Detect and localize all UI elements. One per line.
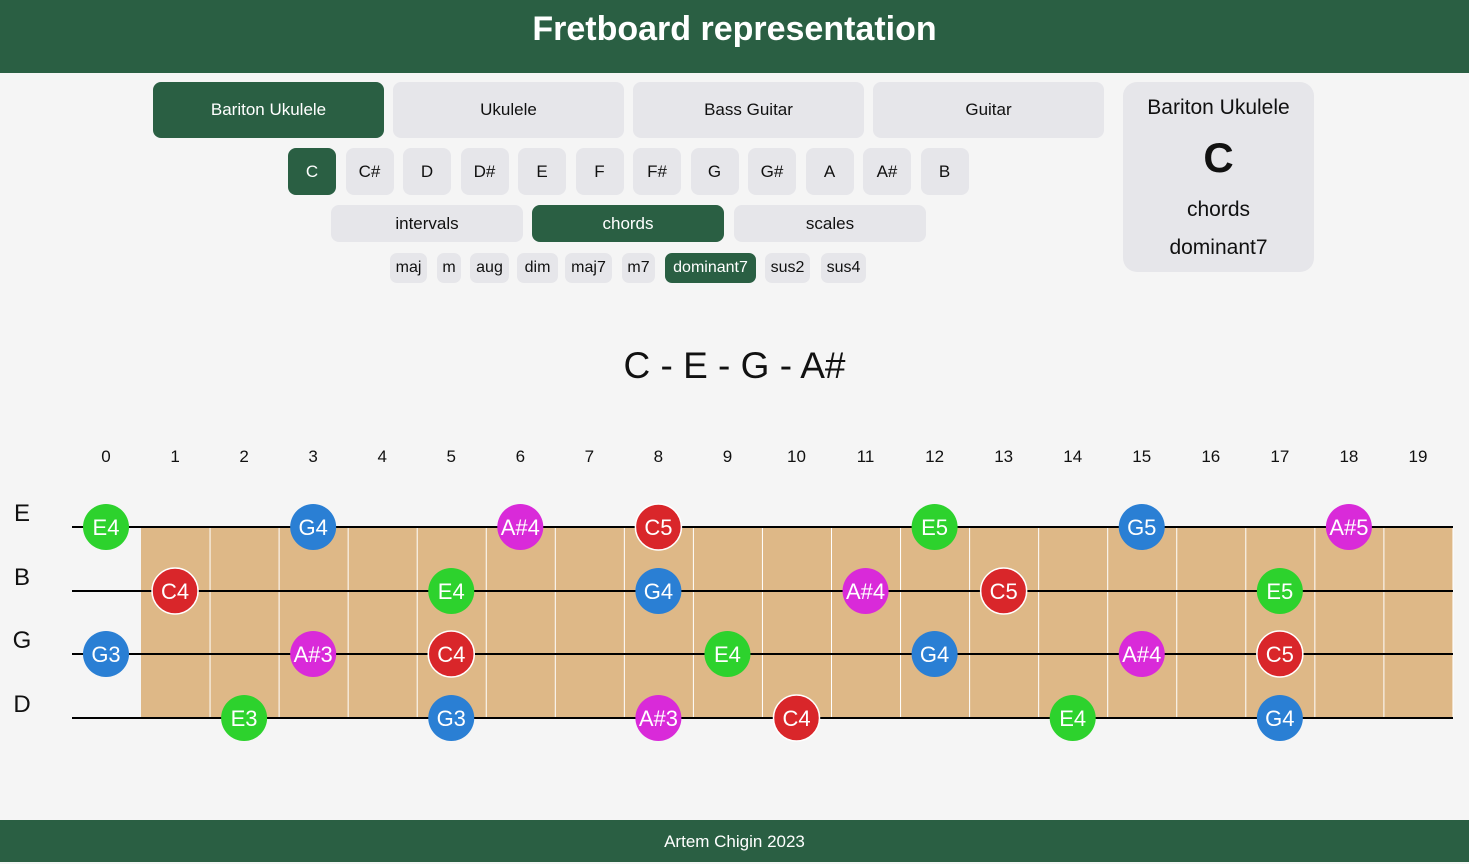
note-label: A#5 [1329, 515, 1368, 540]
fret-number: 2 [239, 447, 248, 466]
string-label: G [13, 627, 32, 654]
key-button-b[interactable]: B [920, 148, 969, 195]
note-label: A#4 [846, 579, 885, 604]
key-button-a-sharp[interactable]: A# [863, 148, 911, 195]
chord-type-m[interactable]: m [437, 253, 461, 283]
string-label: D [13, 691, 30, 718]
fret-number: 16 [1201, 447, 1220, 466]
key-button-c[interactable]: C [288, 148, 336, 195]
key-button-d[interactable]: D [403, 148, 451, 195]
note-label: C5 [1266, 642, 1294, 667]
fret-number: 4 [377, 447, 386, 466]
string-label: E [14, 500, 30, 527]
note-label: E4 [714, 642, 741, 667]
chord-notes: C - E - G - A# [623, 345, 846, 386]
fret-number: 7 [585, 447, 594, 466]
fret-number: 17 [1270, 447, 1289, 466]
fret-number: 8 [654, 447, 663, 466]
footer-credit: Artem Chigin 2023 [0, 820, 1469, 862]
note-label: E4 [438, 579, 465, 604]
note-label: A#4 [1122, 642, 1161, 667]
fret-number: 9 [723, 447, 732, 466]
fret-number: 12 [925, 447, 944, 466]
chord-type-sus2[interactable]: sus2 [765, 253, 810, 283]
fretboard: 0 1 2 3 4 5 6 7 8 9 10 11 12 13 14 15 16 17 18 19EE4 G4 A#4 C5… [13, 447, 1454, 742]
key-button-g-sharp[interactable]: G# [748, 148, 796, 195]
note-label: E4 [93, 515, 120, 540]
instrument-tab-bass-guitar[interactable]: Bass Guitar [633, 82, 864, 138]
summary-instrument: Bariton Ukulele [1147, 96, 1290, 119]
instrument-tab-ukulele[interactable]: Ukulele [393, 82, 624, 138]
key-button-f[interactable]: F [575, 148, 624, 195]
note-label: C4 [437, 642, 465, 667]
note-label: G4 [298, 515, 327, 540]
mode-tab-scales[interactable]: scales [734, 205, 926, 242]
chord-type-m7[interactable]: m7 [622, 253, 655, 283]
mode-tab-chords[interactable]: chords [532, 205, 724, 242]
page-title: Fretboard representation [0, 0, 1469, 73]
fret-number: 0 [101, 447, 110, 466]
chord-type-dominant7[interactable]: dominant7 [665, 253, 756, 283]
chord-type-maj[interactable]: maj [390, 253, 427, 283]
chord-type-dim[interactable]: dim [517, 253, 558, 283]
note-label: G4 [920, 642, 949, 667]
fret-number: 15 [1132, 447, 1151, 466]
chord-type-aug[interactable]: aug [470, 253, 509, 283]
instrument-tab-bariton-ukulele[interactable]: Bariton Ukulele [153, 82, 384, 138]
note-label: E4 [1059, 706, 1086, 731]
fret-number: 1 [170, 447, 179, 466]
summary-mode: chords [1186, 198, 1251, 221]
note-label: E3 [231, 706, 258, 731]
key-button-f-sharp[interactable]: F# [633, 148, 681, 195]
note-label: A#4 [501, 515, 540, 540]
note-label: C4 [161, 579, 189, 604]
note-label: C5 [990, 579, 1018, 604]
note-label: A#3 [294, 642, 333, 667]
note-label: G5 [1127, 515, 1156, 540]
fret-number: 19 [1408, 447, 1427, 466]
fret-number: 13 [994, 447, 1013, 466]
summary-key: C [1203, 134, 1234, 181]
note-label: G3 [437, 706, 466, 731]
summary-type: dominant7 [1169, 236, 1268, 259]
string-label: B [14, 564, 30, 591]
note-label: E5 [921, 515, 948, 540]
mode-tab-intervals[interactable]: intervals [331, 205, 523, 242]
note-label: G4 [644, 579, 673, 604]
note-label: C4 [782, 706, 810, 731]
key-button-a[interactable]: A [805, 148, 854, 195]
fret-number: 3 [308, 447, 317, 466]
key-button-g[interactable]: G [690, 148, 739, 195]
instrument-tab-guitar[interactable]: Guitar [873, 82, 1104, 138]
note-label: E5 [1266, 579, 1293, 604]
key-button-e[interactable]: E [518, 148, 566, 195]
note-label: C5 [644, 515, 672, 540]
chord-type-maj7[interactable]: maj7 [565, 253, 612, 283]
key-button-c-sharp[interactable]: C# [345, 148, 394, 195]
fret-number: 18 [1339, 447, 1358, 466]
fretboard-wood [141, 527, 1453, 718]
fret-number: 5 [447, 447, 456, 466]
fret-number: 11 [857, 447, 875, 466]
note-label: G3 [91, 642, 120, 667]
note-label: G4 [1265, 706, 1294, 731]
fret-number: 14 [1063, 447, 1082, 466]
chord-type-sus4[interactable]: sus4 [821, 253, 866, 283]
fret-number: 6 [516, 447, 525, 466]
key-button-d-sharp[interactable]: D# [460, 148, 509, 195]
selection-summary-card: Bariton Ukulele C chords dominant7 [1123, 82, 1314, 272]
note-label: A#3 [639, 706, 678, 731]
fret-number: 10 [787, 447, 806, 466]
